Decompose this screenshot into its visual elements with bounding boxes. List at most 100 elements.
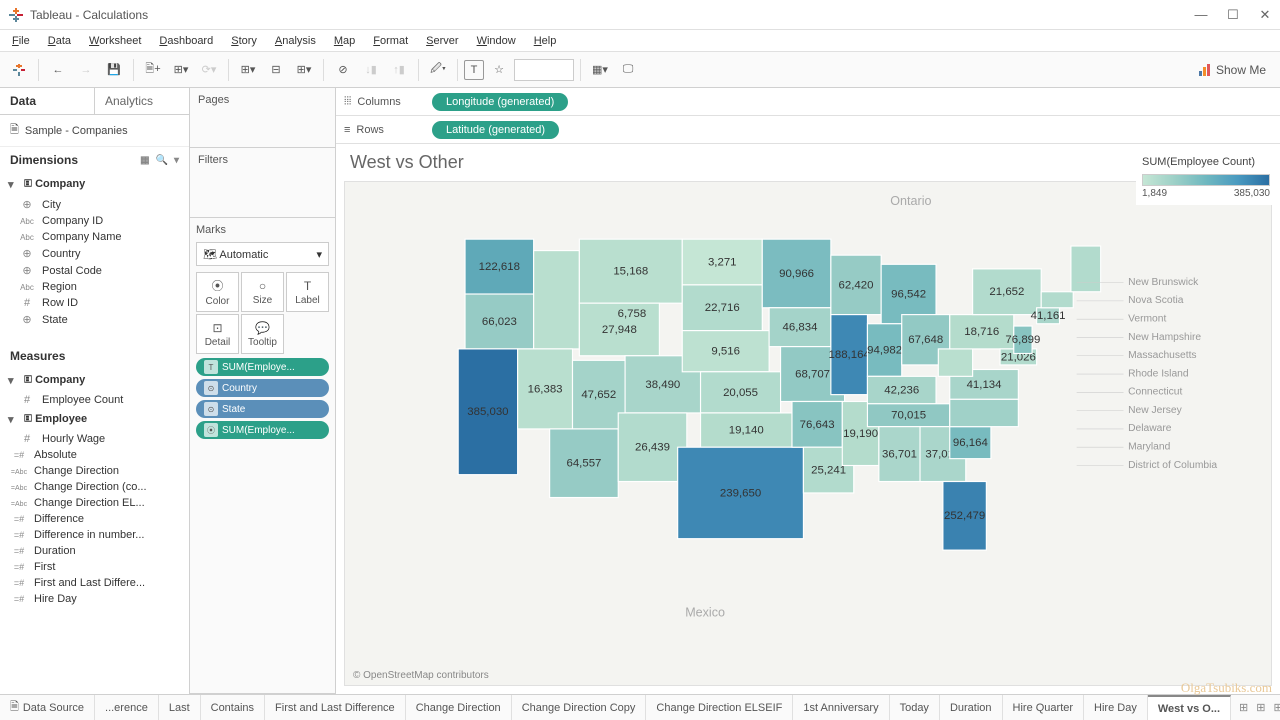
- mark-pill[interactable]: TSUM(Employe...: [196, 358, 329, 376]
- sheet-tab[interactable]: Change Direction ELSEIF: [646, 695, 793, 720]
- dimension-field[interactable]: Company Name: [0, 229, 189, 245]
- sort-icon[interactable]: ⊟: [263, 57, 289, 83]
- color-legend[interactable]: SUM(Employee Count) 1,849 385,030: [1136, 150, 1276, 205]
- swap-icon[interactable]: ⊞▾: [235, 57, 261, 83]
- duplicate-icon[interactable]: ⟳▾: [196, 57, 222, 83]
- map-container[interactable]: Ontario United States Mexico 122,61866,0…: [344, 181, 1272, 686]
- state-ME[interactable]: [1071, 246, 1101, 292]
- calc-field[interactable]: Change Direction (co...: [0, 479, 189, 495]
- marks-tooltip[interactable]: 💬Tooltip: [241, 314, 284, 354]
- new-story-icon[interactable]: ⊞: [1273, 701, 1280, 714]
- menu-map[interactable]: Map: [326, 33, 363, 49]
- labels-icon[interactable]: T: [464, 60, 484, 80]
- sheet-tab[interactable]: ...erence: [95, 695, 159, 720]
- rows-pill[interactable]: Latitude (generated): [432, 121, 559, 139]
- meas-group[interactable]: ▾🗉 Employee: [0, 408, 189, 431]
- calc-field[interactable]: Change Direction EL...: [0, 495, 189, 511]
- dimension-field[interactable]: Country: [0, 245, 189, 262]
- dimension-field[interactable]: Company ID: [0, 213, 189, 229]
- menu-analysis[interactable]: Analysis: [267, 33, 324, 49]
- marks-label[interactable]: TLabel: [286, 272, 329, 312]
- search-icon[interactable]: 🔍: [156, 155, 168, 166]
- dimension-field[interactable]: City: [0, 196, 189, 213]
- dimension-field[interactable]: Region: [0, 279, 189, 295]
- cards-icon[interactable]: ▦▾: [587, 57, 613, 83]
- sheet-tab[interactable]: Last: [159, 695, 201, 720]
- menu-help[interactable]: Help: [526, 33, 565, 49]
- mark-pill[interactable]: ⊙Country: [196, 379, 329, 397]
- measure-field[interactable]: Employee Count: [0, 392, 189, 408]
- sheet-tab[interactable]: First and Last Difference: [265, 695, 406, 720]
- data-tab[interactable]: Data: [0, 88, 95, 114]
- dimension-field[interactable]: Row ID: [0, 295, 189, 311]
- calc-field[interactable]: Difference: [0, 511, 189, 527]
- close-button[interactable]: ✕: [1258, 8, 1272, 22]
- highlight-icon[interactable]: 🖉▾: [425, 57, 451, 83]
- presentation-icon[interactable]: 🖵: [615, 57, 641, 83]
- calc-field[interactable]: First: [0, 559, 189, 575]
- filters-shelf[interactable]: Filters: [190, 148, 335, 218]
- fit-dropdown[interactable]: [514, 59, 574, 81]
- menu-window[interactable]: Window: [469, 33, 524, 49]
- menu-server[interactable]: Server: [418, 33, 466, 49]
- state-WV[interactable]: [938, 349, 972, 376]
- desc-icon[interactable]: ↑▮: [386, 57, 412, 83]
- marks-color[interactable]: ⦿Color: [196, 272, 239, 312]
- asc-icon[interactable]: ↓▮: [358, 57, 384, 83]
- calc-field[interactable]: First and Last Differe...: [0, 575, 189, 591]
- tableau-icon[interactable]: [6, 57, 32, 83]
- state-NC[interactable]: [950, 399, 1019, 426]
- measure-field[interactable]: Hourly Wage: [0, 431, 189, 447]
- view-icon[interactable]: ▦: [140, 155, 149, 166]
- minimize-button[interactable]: —: [1194, 8, 1208, 22]
- rows-shelf[interactable]: ≡Rows Latitude (generated): [336, 116, 1280, 144]
- columns-pill[interactable]: Longitude (generated): [432, 93, 568, 111]
- sheet-tab[interactable]: 1st Anniversary: [793, 695, 889, 720]
- marks-detail[interactable]: ⊡Detail: [196, 314, 239, 354]
- mark-pill[interactable]: ⦿SUM(Employe...: [196, 421, 329, 439]
- meas-group[interactable]: ▾🗉 Company: [0, 369, 189, 392]
- menu-dashboard[interactable]: Dashboard: [151, 33, 221, 49]
- sheet-tab[interactable]: Change Direction Copy: [512, 695, 647, 720]
- analytics-tab[interactable]: Analytics: [95, 88, 189, 114]
- dimension-field[interactable]: State: [0, 311, 189, 328]
- sheet-tab[interactable]: Change Direction: [406, 695, 512, 720]
- dimension-field[interactable]: Postal Code: [0, 262, 189, 279]
- sheet-tab[interactable]: Today: [890, 695, 940, 720]
- state-ID[interactable]: [534, 251, 580, 349]
- show-me-button[interactable]: Show Me: [1190, 61, 1274, 79]
- data-source[interactable]: 🗎 Sample - Companies: [0, 115, 189, 147]
- sheet-tab[interactable]: Contains: [201, 695, 265, 720]
- sheet-tab[interactable]: West vs O...: [1148, 695, 1231, 720]
- pages-shelf[interactable]: Pages: [190, 88, 335, 148]
- menu-worksheet[interactable]: Worksheet: [81, 33, 149, 49]
- state-MA[interactable]: [1041, 292, 1073, 308]
- forward-icon[interactable]: →: [73, 57, 99, 83]
- sheet-tab[interactable]: Hire Day: [1084, 695, 1148, 720]
- calc-field[interactable]: Hire Day: [0, 591, 189, 607]
- sheet-tab[interactable]: Hire Quarter: [1003, 695, 1085, 720]
- mark-pill[interactable]: ⊙State: [196, 400, 329, 418]
- clear-icon[interactable]: ⊘: [330, 57, 356, 83]
- sort2-icon[interactable]: ⊞▾: [291, 57, 317, 83]
- marks-type-select[interactable]: 🗺 Automatic▾: [196, 242, 329, 266]
- new-dashboard-icon[interactable]: ⊞: [1256, 701, 1265, 714]
- maximize-button[interactable]: ☐: [1226, 8, 1240, 22]
- menu-story[interactable]: Story: [223, 33, 265, 49]
- sheet-tab[interactable]: Duration: [940, 695, 1003, 720]
- new-sheet-icon[interactable]: ⊞: [1239, 701, 1248, 714]
- calc-field[interactable]: Difference in number...: [0, 527, 189, 543]
- save-icon[interactable]: 💾: [101, 57, 127, 83]
- marks-size[interactable]: ○Size: [241, 272, 284, 312]
- new-datasource-icon[interactable]: 🗎+: [140, 57, 166, 83]
- calc-field[interactable]: Duration: [0, 543, 189, 559]
- pin-icon[interactable]: ☆: [486, 57, 512, 83]
- calc-field[interactable]: Change Direction: [0, 463, 189, 479]
- menu-icon[interactable]: ▾: [174, 155, 179, 166]
- menu-format[interactable]: Format: [365, 33, 416, 49]
- calc-field[interactable]: Absolute: [0, 447, 189, 463]
- back-icon[interactable]: ←: [45, 57, 71, 83]
- sheet-tab[interactable]: 🗎 Data Source: [0, 695, 95, 720]
- new-sheet-icon[interactable]: ⊞▾: [168, 57, 194, 83]
- menu-data[interactable]: Data: [40, 33, 79, 49]
